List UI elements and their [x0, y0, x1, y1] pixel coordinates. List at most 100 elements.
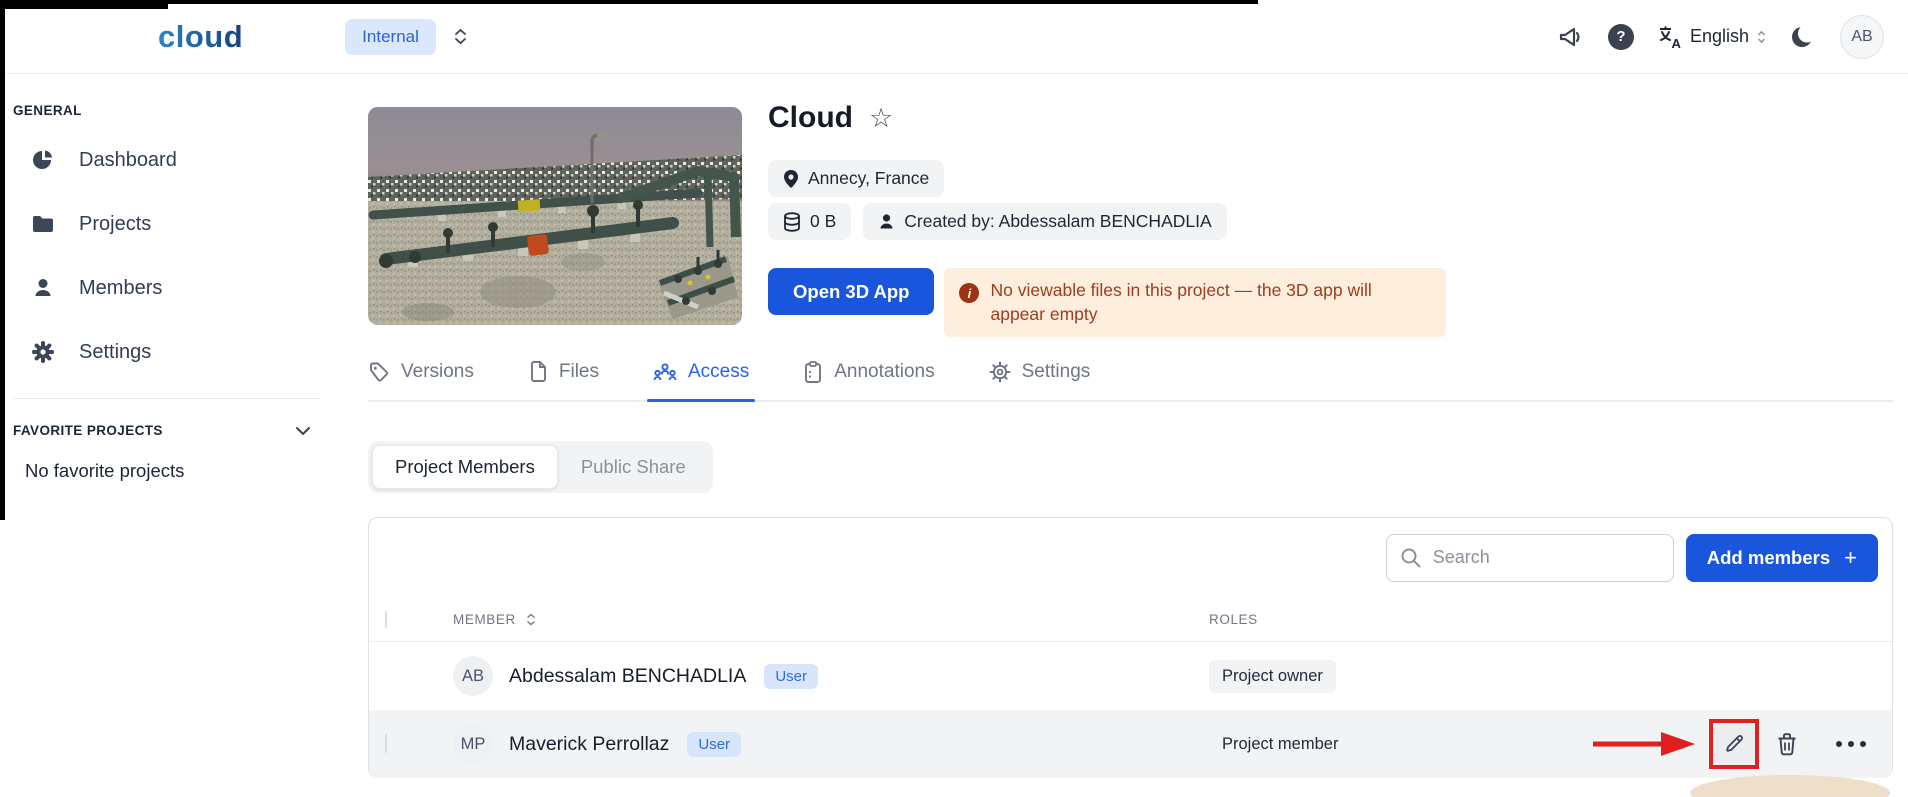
main-content: Cloud ☆ Annecy, France 0 B Created by: A…: [335, 73, 1908, 797]
member-name: Maverick Perrollaz: [509, 733, 669, 756]
file-icon: [528, 361, 548, 383]
favorites-label: FAVORITE PROJECTS: [13, 423, 163, 438]
tab-versions[interactable]: Versions: [368, 361, 474, 383]
members-card: Add members + MEMBER ROLES: [368, 517, 1893, 778]
role-badge: Project member: [1209, 728, 1351, 761]
location-chip: Annecy, France: [768, 160, 944, 197]
members-table-header: MEMBER ROLES: [369, 597, 1892, 642]
app-logo[interactable]: cloud: [158, 19, 243, 55]
row-checkbox[interactable]: [385, 734, 387, 753]
table-row-maverick[interactable]: MP Maverick Perrollaz User Project membe…: [369, 710, 1892, 778]
storage-chip: 0 B: [768, 203, 851, 240]
tab-annotations[interactable]: Annotations: [803, 361, 934, 383]
add-members-label: Add members: [1707, 547, 1830, 569]
floating-widget-peek[interactable]: [1690, 775, 1890, 797]
header-actions: ? A English AB: [1558, 15, 1884, 59]
gear-icon: [31, 340, 55, 364]
sidebar-item-label: Dashboard: [79, 149, 177, 172]
tab-label: Annotations: [834, 361, 934, 383]
no-files-warning: i No viewable files in this project — th…: [944, 268, 1446, 337]
subtab-project-members[interactable]: Project Members: [372, 445, 558, 489]
role-badge: Project owner: [1209, 660, 1336, 693]
workspace-badge[interactable]: Internal: [345, 19, 436, 55]
announcements-icon[interactable]: [1558, 25, 1584, 49]
chevron-down-icon: [295, 426, 311, 436]
window-edge-top: [0, 0, 1258, 4]
access-subtabs: Project Members Public Share: [368, 441, 713, 493]
annotation-arrow-icon: [1591, 730, 1697, 758]
sidebar-item-members[interactable]: Members: [0, 256, 335, 320]
database-icon: [783, 212, 801, 232]
row-actions: [1591, 719, 1878, 769]
favorites-empty-text: No favorite projects: [25, 460, 335, 482]
avatar: AB: [453, 656, 493, 696]
sidebar-item-settings[interactable]: Settings: [0, 320, 335, 384]
help-icon[interactable]: ?: [1608, 24, 1634, 50]
top-bar: cloud Internal ? A English: [0, 0, 1908, 74]
sidebar-item-dashboard[interactable]: Dashboard: [0, 128, 335, 192]
column-roles: ROLES: [1209, 612, 1878, 627]
member-name: Abdessalam BENCHADLIA: [509, 665, 746, 688]
search-icon: [1400, 547, 1422, 569]
language-label: English: [1690, 26, 1749, 47]
sidebar-section-general: GENERAL: [13, 103, 321, 118]
created-by-chip: Created by: Abdessalam BENCHADLIA: [863, 203, 1226, 240]
tab-settings[interactable]: Settings: [989, 361, 1091, 383]
plus-icon: +: [1844, 547, 1857, 569]
tab-label: Access: [688, 361, 749, 383]
location-label: Annecy, France: [808, 168, 929, 189]
search-input[interactable]: [1386, 534, 1674, 582]
sidebar-item-projects[interactable]: Projects: [0, 192, 335, 256]
storage-label: 0 B: [810, 211, 836, 232]
sidebar-item-label: Projects: [79, 213, 151, 236]
select-all-checkbox[interactable]: [385, 611, 387, 628]
user-avatar[interactable]: AB: [1840, 15, 1884, 59]
svg-text:A: A: [1671, 36, 1681, 49]
chevron-updown-icon: [1757, 30, 1766, 44]
edit-member-button[interactable]: [1709, 719, 1759, 769]
info-icon: i: [959, 283, 979, 303]
person-icon: [878, 213, 895, 231]
tab-label: Versions: [401, 361, 474, 383]
search-box: [1386, 534, 1674, 582]
workspace-selector-icon[interactable]: [454, 28, 467, 45]
sort-icon[interactable]: [526, 613, 536, 626]
tab-access[interactable]: Access: [653, 361, 749, 383]
gear-icon: [989, 361, 1011, 383]
member-type-badge: User: [764, 664, 818, 689]
tab-label: Settings: [1022, 361, 1091, 383]
add-members-button[interactable]: Add members +: [1686, 534, 1878, 582]
pencil-icon: [1723, 733, 1745, 755]
dark-mode-icon[interactable]: [1790, 24, 1816, 50]
project-title: Cloud: [768, 101, 853, 135]
language-selector[interactable]: A English: [1658, 25, 1766, 49]
folder-icon: [31, 212, 55, 236]
sidebar-item-label: Settings: [79, 341, 151, 364]
app-window: cloud Internal ? A English: [0, 0, 1908, 797]
person-icon: [31, 276, 55, 300]
tag-icon: [368, 361, 390, 383]
trash-icon: [1776, 732, 1798, 756]
warning-text: No viewable files in this project — the …: [990, 279, 1428, 326]
project-thumbnail: [368, 107, 742, 325]
delete-member-button[interactable]: [1776, 732, 1798, 756]
tab-files[interactable]: Files: [528, 361, 599, 383]
subtab-public-share[interactable]: Public Share: [558, 445, 709, 489]
member-type-badge: User: [687, 732, 741, 757]
open-3d-app-button[interactable]: Open 3D App: [768, 268, 934, 315]
members-toolbar: Add members +: [369, 518, 1892, 597]
avatar: MP: [453, 724, 493, 764]
more-options-button[interactable]: [1836, 741, 1866, 747]
window-edge-left: [0, 0, 5, 520]
active-tab-underline: [647, 399, 755, 402]
sidebar: GENERAL Dashboard Projects Members: [0, 73, 336, 797]
location-pin-icon: [783, 169, 799, 189]
favorite-star-icon[interactable]: ☆: [869, 105, 893, 132]
people-icon: [653, 361, 677, 383]
created-by-label: Created by: Abdessalam BENCHADLIA: [904, 211, 1211, 232]
window-edge-corner: [0, 0, 168, 9]
sidebar-section-favorites[interactable]: FAVORITE PROJECTS: [13, 423, 311, 438]
sidebar-item-label: Members: [79, 277, 162, 300]
translate-icon: A: [1658, 25, 1682, 49]
table-row-abdessalam[interactable]: AB Abdessalam BENCHADLIA User Project ow…: [369, 642, 1892, 710]
